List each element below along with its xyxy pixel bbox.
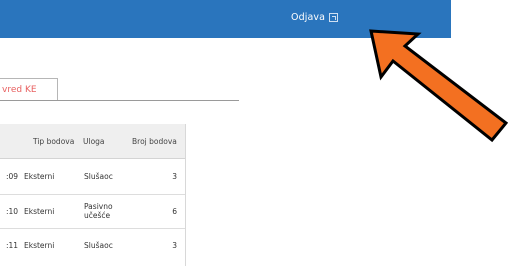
logout-label: Odjava bbox=[291, 12, 326, 23]
table-row: :09 Eksterni Slušaoc 3 bbox=[0, 158, 185, 195]
row-time: :10 bbox=[6, 207, 19, 216]
page: Odjava vred KE Tip bodova Uloga Broj bod… bbox=[0, 0, 508, 266]
row-type: Eksterni bbox=[24, 172, 55, 181]
row-points: 6 bbox=[172, 207, 177, 216]
column-header-role: Uloga bbox=[83, 137, 105, 146]
points-table: Tip bodova Uloga Broj bodova :09 Ekstern… bbox=[0, 124, 186, 266]
row-role: Pasivno učešće bbox=[84, 202, 113, 220]
logout-link[interactable]: Odjava bbox=[291, 12, 339, 23]
column-header-points: Broj bodova bbox=[132, 137, 177, 146]
row-points: 3 bbox=[172, 241, 177, 250]
row-time: :11 bbox=[6, 241, 19, 250]
top-navigation-bar: Odjava bbox=[0, 0, 451, 38]
logout-icon bbox=[329, 13, 339, 22]
row-type: Eksterni bbox=[24, 207, 55, 216]
row-points: 3 bbox=[172, 172, 177, 181]
column-header-type: Tip bodova bbox=[33, 137, 75, 146]
row-role: Slušaoc bbox=[84, 241, 113, 250]
tab-bar: vred KE bbox=[0, 78, 239, 101]
row-type: Eksterni bbox=[24, 241, 55, 250]
row-role: Slušaoc bbox=[84, 172, 113, 181]
row-time: :09 bbox=[6, 172, 19, 181]
table-row: :10 Eksterni Pasivno učešće 6 bbox=[0, 194, 185, 229]
table-row: :11 Eksterni Slušaoc 3 bbox=[0, 228, 185, 264]
table-header: Tip bodova Uloga Broj bodova bbox=[0, 124, 185, 159]
tab-red-ke[interactable]: vred KE bbox=[0, 78, 58, 100]
